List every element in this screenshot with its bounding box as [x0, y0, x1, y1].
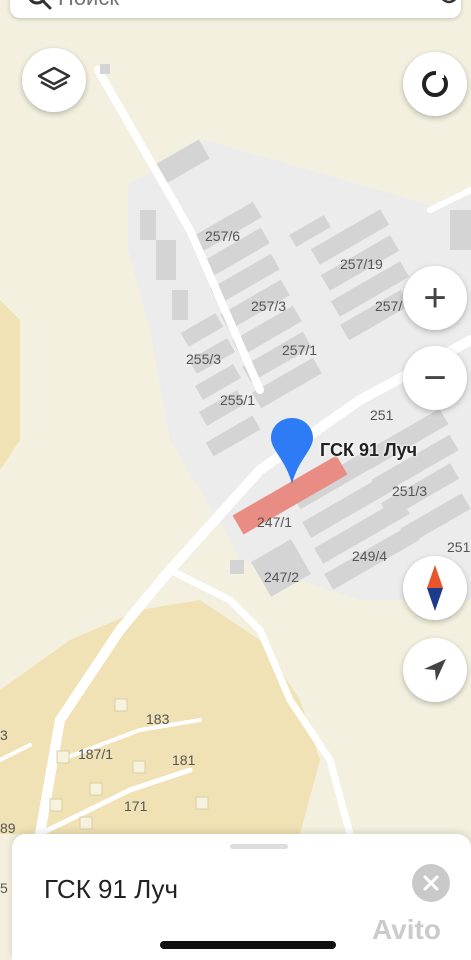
map-canvas[interactable]: [0, 0, 471, 960]
home-indicator: [160, 941, 336, 949]
plus-icon: +: [423, 276, 447, 320]
close-icon: [423, 875, 439, 891]
my-location-button[interactable]: [403, 52, 467, 116]
compass-icon: [427, 565, 443, 611]
my-location-icon: [422, 70, 448, 97]
layers-button[interactable]: [22, 48, 86, 112]
close-button[interactable]: [412, 864, 450, 902]
search-icon: [28, 0, 52, 10]
watermark: Avito: [372, 914, 441, 945]
zoom-out-button[interactable]: −: [403, 346, 467, 410]
search-bar[interactable]: [10, 0, 461, 18]
zoom-in-button[interactable]: +: [403, 266, 467, 330]
navigate-button[interactable]: [403, 638, 467, 702]
layers-icon: [37, 66, 71, 91]
marker-label: ГСК 91 Луч: [320, 440, 418, 460]
sheet-grabber[interactable]: [230, 844, 288, 849]
navigation-arrow-icon: [424, 659, 446, 681]
voice-search-icon[interactable]: [438, 0, 460, 12]
place-title: ГСК 91 Луч: [44, 874, 179, 904]
location-pin-icon[interactable]: [268, 416, 316, 486]
compass-button[interactable]: [403, 556, 467, 620]
search-input[interactable]: [58, 0, 398, 11]
minus-icon: −: [423, 356, 447, 400]
